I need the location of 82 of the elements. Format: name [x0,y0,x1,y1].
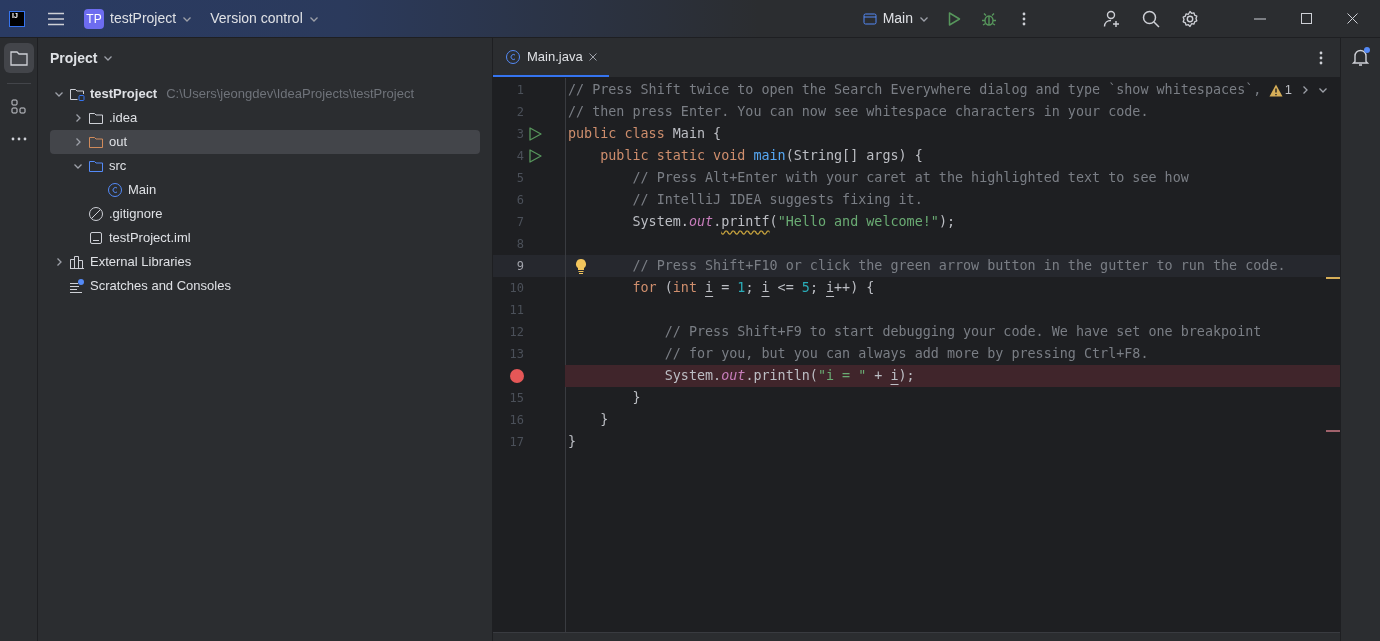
maximize-icon[interactable] [1301,13,1312,24]
tree-item[interactable]: testProject C:\Users\jeongdev\IdeaProjects\testProject [50,82,480,106]
warning-icon [1268,83,1283,97]
tree-item-label: Main [128,181,157,200]
tree-item-label: Scratches and Consoles [90,277,231,296]
chevron-right-icon[interactable] [54,257,64,267]
project-folder-icon [69,86,85,102]
project-tool-button[interactable] [3,43,34,73]
tree-item[interactable]: External Libraries [50,250,480,274]
code-line: for (int i = 1; i <= 5; i++) { [632,278,875,297]
code-line: public class Main { [568,124,722,143]
close-icon[interactable] [1347,13,1358,24]
tree-item-label: .gitignore [109,205,163,224]
structure-icon[interactable] [10,99,27,115]
library-icon [69,254,85,270]
vcs-menu[interactable]: Version control [210,8,319,29]
run-icon[interactable] [529,149,542,163]
folder-icon [88,158,104,174]
code-line: // for you, but you can always add more by pressing Ctrl+F8. [664,344,1149,363]
chevron-down-icon[interactable] [1318,85,1328,95]
tree-item[interactable]: Scratches and Consoles [50,274,480,298]
close-icon[interactable] [588,52,597,61]
tree-item-label: testProject.iml [109,229,191,248]
menu-icon[interactable] [47,10,65,27]
code-line: // Press Shift+F9 to start debugging your code. We have set one breakpoint [664,322,1262,341]
run-icon[interactable] [529,127,542,141]
chevron-right-icon[interactable] [73,113,83,123]
warning-counter[interactable]: 1 [1268,80,1292,100]
run-config-selector[interactable]: Main [862,8,929,29]
tree-item-label: External Libraries [90,253,192,272]
code-line: System.out.printf("Hello and welcome!"); [632,212,955,231]
more-icon[interactable] [1022,11,1026,26]
chevron-down-icon[interactable] [54,89,64,99]
tree-item-label: out [109,133,128,152]
breakpoint-icon[interactable] [510,369,524,383]
tree-item[interactable]: out [50,130,480,154]
bug-icon[interactable] [981,10,997,27]
class-icon [505,48,521,65]
project-path: C:\Users\jeongdev\IdeaProjects\testProject [166,85,415,104]
project-switcher[interactable]: TP testProject [84,8,193,29]
code-line: // IntelliJ IDEA suggests fixing it. [632,190,923,209]
lightbulb-icon[interactable] [575,258,587,274]
chevron-down-icon[interactable] [73,161,83,171]
code-line: System.out.println("i = " + i); [664,366,915,385]
code-line: // Press Alt+Enter with your caret at the highlighted text to see how [632,168,1189,187]
tree-item[interactable]: .gitignore [50,202,480,226]
folder-icon [88,134,104,150]
code-line: } [600,410,609,429]
tree-item[interactable]: Main [50,178,480,202]
tree-item-label: testProject [90,85,158,104]
panel-title[interactable]: Project [50,47,98,69]
tree-item[interactable]: .idea [50,106,480,130]
code-line: public static void main(String[] args) { [600,146,923,165]
editor-tab[interactable]: Main.java [493,38,609,77]
code-line: // Press Shift+F10 or click the green arrow button in the gutter to run the code. [632,256,1286,275]
more-icon[interactable] [10,137,27,141]
code-line: // then press Enter. You can now see whitespace characters in your code. [568,102,1149,121]
code-line: } [632,388,641,407]
tree-item[interactable]: testProject.iml [50,226,480,250]
settings-icon[interactable] [1181,9,1199,28]
ignore-file-icon [88,206,104,222]
folder-icon [9,50,28,66]
project-badge: TP [84,8,104,29]
tree-item-label: src [109,157,127,176]
chevron-down-icon[interactable] [103,53,114,63]
minimize-icon[interactable] [1254,17,1266,20]
line-number: 9 [516,258,524,275]
code-line: } [568,432,577,451]
run-icon[interactable] [946,10,962,27]
more-icon[interactable] [1319,50,1323,65]
file-icon [88,230,104,246]
window-icon [862,11,877,26]
search-icon[interactable] [1142,9,1160,28]
code-line: // Press Shift twice to open the Search Everywhere dialog and type `show whitespaces`, [568,80,1262,99]
tree-item[interactable]: src [50,154,480,178]
tree-item-label: .idea [109,109,138,128]
folder-icon [88,110,104,126]
notification-bell-icon[interactable] [1350,47,1371,67]
add-user-icon[interactable] [1102,8,1122,29]
class-icon [107,182,123,198]
chevron-right-icon[interactable] [73,137,83,147]
scratches-icon [69,278,85,294]
